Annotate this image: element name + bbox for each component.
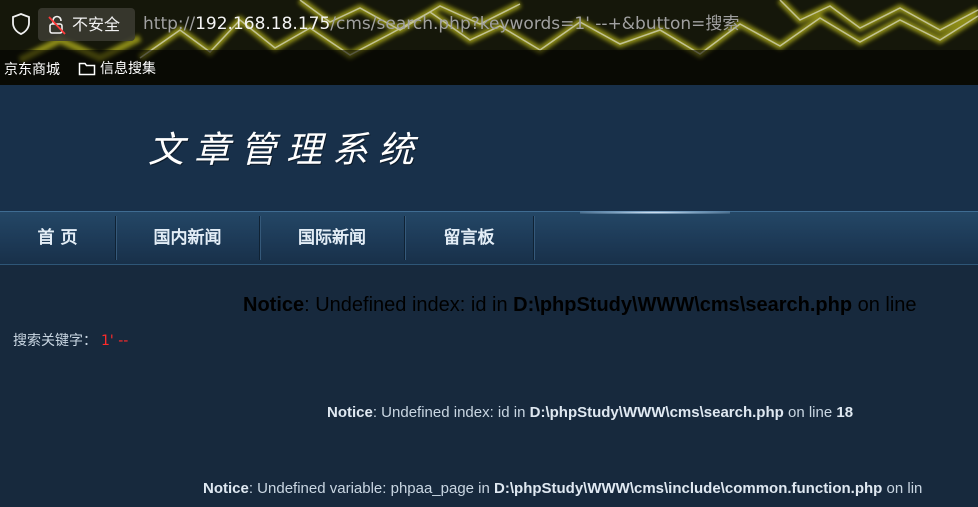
- notice-label: Notice: [203, 480, 249, 497]
- bookmark-folder-label: 信息搜集: [100, 61, 156, 77]
- url-path: /cms/search.php?keywords=1' --+&button=搜…: [330, 14, 740, 34]
- notice-path: D:\phpStudy\WWW\cms\search.php: [513, 294, 853, 316]
- nav-item-domestic-news[interactable]: 国内新闻: [116, 212, 259, 264]
- search-keyword-line: 搜索关键字： 1' --: [13, 330, 128, 350]
- php-notice-top: Notice: Undefined index: id in D:\phpStu…: [243, 294, 917, 317]
- address-bar[interactable]: 不安全 http://192.168.18.175/cms/search.php…: [0, 0, 978, 50]
- site-logo[interactable]: 文章管理系统: [148, 121, 424, 173]
- nav-highlight: [580, 211, 730, 214]
- main-content: Notice: Undefined index: id in D:\phpStu…: [0, 264, 978, 507]
- bookmark-jd[interactable]: 京东商城: [4, 59, 60, 79]
- security-badge[interactable]: 不安全: [38, 8, 135, 41]
- lock-broken-icon: [48, 15, 66, 35]
- notice-message: : Undefined index: id in: [304, 294, 514, 316]
- php-notice-middle: Notice: Undefined index: id in D:\phpStu…: [327, 404, 853, 421]
- notice-line-number: 18: [836, 404, 854, 421]
- nav-item-international-news[interactable]: 国际新闻: [260, 212, 404, 264]
- bookmark-folder-info[interactable]: 信息搜集: [78, 58, 156, 78]
- notice-message: : Undefined variable: phpaa_page in: [248, 480, 495, 497]
- url-scheme: http://: [143, 14, 196, 34]
- shield-icon[interactable]: [12, 13, 30, 35]
- notice-mid: on line: [783, 404, 837, 421]
- notice-tail: on line: [852, 294, 917, 316]
- notice-label: Notice: [243, 294, 305, 316]
- site-header: 文章管理系统: [0, 85, 978, 211]
- nav-divider: [533, 216, 534, 260]
- notice-path: D:\phpStudy\WWW\cms\include\common.funct…: [494, 480, 883, 497]
- search-keyword-value: 1' --: [101, 333, 129, 349]
- url-text[interactable]: http://192.168.18.175/cms/search.php?key…: [143, 13, 739, 35]
- security-label: 不安全: [72, 15, 121, 34]
- notice-path: D:\phpStudy\WWW\cms\search.php: [529, 404, 784, 421]
- url-host: 192.168.18.175: [195, 14, 331, 34]
- search-keyword-label: 搜索关键字：: [13, 333, 97, 349]
- notice-message: : Undefined index: id in: [372, 404, 530, 421]
- folder-icon: [78, 62, 96, 76]
- php-notice-bottom: Notice: Undefined variable: phpaa_page i…: [203, 480, 922, 497]
- notice-label: Notice: [327, 404, 373, 421]
- browser-chrome: 不安全 http://192.168.18.175/cms/search.php…: [0, 0, 978, 85]
- notice-tail: on lin: [882, 480, 923, 497]
- nav-item-guestbook[interactable]: 留言板: [405, 212, 533, 264]
- nav-item-home[interactable]: 首 页: [0, 212, 115, 264]
- bookmarks-bar: 京东商城 信息搜集: [0, 54, 978, 82]
- main-nav: 首 页 国内新闻 国际新闻 留言板: [0, 211, 978, 265]
